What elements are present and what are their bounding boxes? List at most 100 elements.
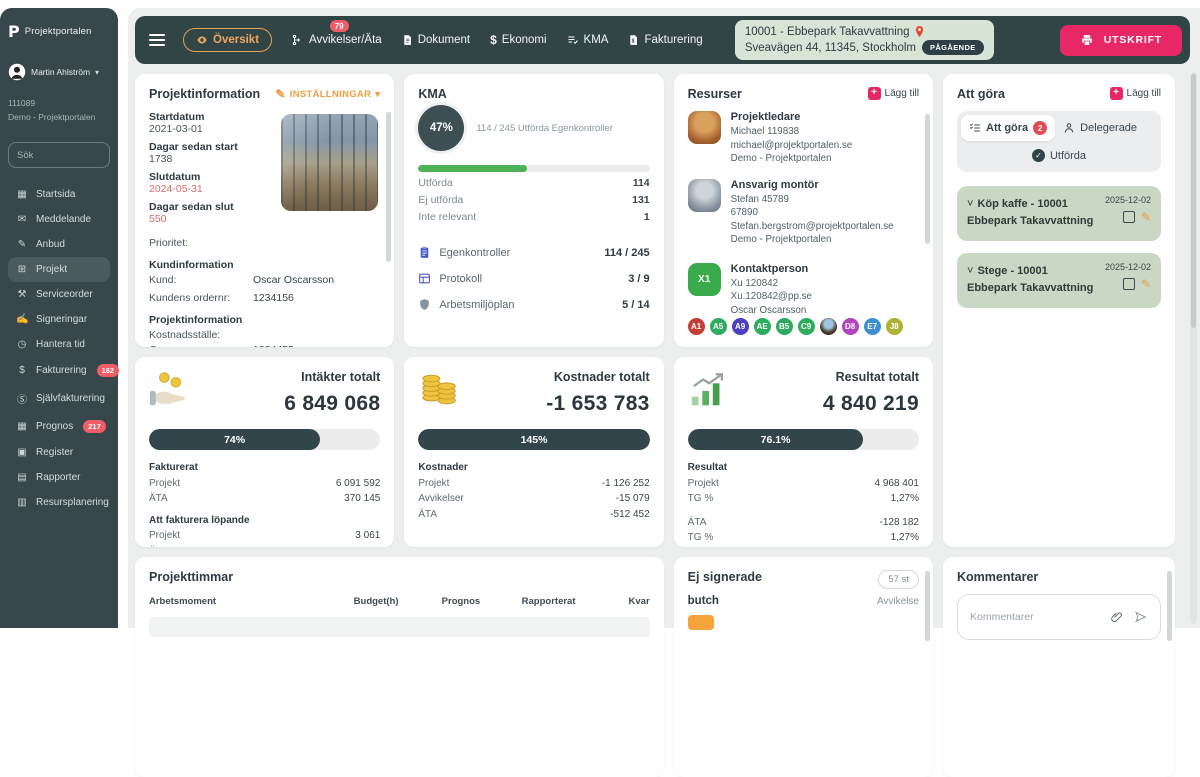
todo-item[interactable]: ˅Stege - 10001 Ebbepark Takavvattning 20… [957,253,1161,308]
total-value: -1 653 783 [546,392,649,416]
chevron-down-icon: ▾ [95,68,99,77]
pencil-icon[interactable]: ✎ [1141,277,1151,291]
page-scrollbar[interactable] [1190,72,1197,624]
todo-item[interactable]: ˅Köp kaffe - 10001 Ebbepark Takavvattnin… [957,186,1161,241]
tab-oversikt[interactable]: Översikt [183,28,272,52]
count-badge: 162 [97,364,120,377]
project-navbar: Översikt 79 Avvikelser/Äta Dokument $ Ek… [135,16,1190,64]
org-id: 111089 [8,97,110,111]
card-scrollbar[interactable] [386,112,391,262]
tab-fakturering[interactable]: $ Fakturering [628,34,702,46]
avatar-chip[interactable]: C9 [796,316,817,337]
document-icon [402,34,413,46]
tab-att-gora[interactable]: Att göra 2 [961,115,1055,141]
sidebar-item-register[interactable]: ▣ Register [8,440,110,465]
card-title: Kommentarer [957,570,1161,584]
tab-avvikelser-ata[interactable]: 79 Avvikelser/Äta [292,34,382,46]
chart-up-icon [688,370,730,410]
status-badge: PÅGÅENDE [922,40,984,55]
print-button[interactable]: UTSKRIFT [1060,25,1182,56]
card-title: Projektinformation [149,87,260,101]
app-logo[interactable]: P Projektportalen [8,22,110,41]
kma-progressbar [418,165,649,172]
card-scrollbar[interactable] [925,571,930,641]
tab-utforda[interactable]: ✓ Utförda [1024,143,1094,168]
link-egenkontroller[interactable]: Egenkontroller114 / 245 [418,246,649,259]
card-title: KMA [418,87,649,101]
search-input[interactable] [8,142,110,168]
card-kma: KMA 47% 114 / 245 Utförda Egenkontroller… [404,74,663,347]
main-content: Översikt 79 Avvikelser/Äta Dokument $ Ek… [128,8,1200,628]
resource-row[interactable]: X1 Kontaktperson Xu 120842 Xu.120842@pp.… [688,263,919,318]
settings-button[interactable]: ✎ INSTÄLLNINGAR ▾ [275,87,380,101]
sidebar-item-startsida[interactable]: ▦ Startsida [8,182,110,207]
menu-icon[interactable] [149,34,165,46]
card-att-gora: Att göra + Lägg till Att göra 2 Delegera… [943,74,1175,547]
todo-checkbox[interactable] [1123,278,1135,290]
count-badge: 2 [1033,121,1047,135]
avatar-chip[interactable]: E7 [862,316,883,337]
project-address: Sveavägen 44, 11345, Stockholm [745,42,916,54]
comment-input[interactable]: Kommentarer [957,594,1161,640]
sidebar-item-prognos[interactable]: ▦ Prognos 217 [8,413,110,440]
card-title: Resurser [688,87,742,101]
sidebar-item-meddelande[interactable]: ✉ Meddelande [8,207,110,232]
link-protokoll[interactable]: Protokoll3 / 9 [418,272,649,285]
unsigned-row[interactable]: butch Avvikelse [688,595,919,607]
tab-kma[interactable]: KMA [567,34,609,46]
check-circle-icon: ✓ [1032,149,1045,162]
tab-dokument[interactable]: Dokument [402,34,470,46]
project-info-box[interactable]: 10001 - Ebbepark Takavvattning Sveavägen… [735,20,994,60]
sidebar-item-projekt[interactable]: ⊞ Projekt [8,257,110,282]
card-scrollbar[interactable] [1167,571,1172,641]
count-badge: 79 [330,20,349,32]
avatar-chip[interactable]: AE [752,316,773,337]
link-arbetsmiljoplan[interactable]: Arbetsmiljöplan5 / 14 [418,298,649,311]
resource-row[interactable]: Projektledare Michael 119838 michael@pro… [688,111,919,166]
avatar-chip[interactable]: J8 [884,316,905,337]
sidebar-item-fakturering[interactable]: $ Fakturering 162 [8,357,110,384]
card-resultat: Resultat totalt 4 840 219 76.1% Resultat… [674,357,933,547]
card-resurser: Resurser + Lägg till Projektledare Micha… [674,74,933,347]
project-photo [281,114,378,211]
todo-tabs: Att göra 2 Delegerade ✓ Utförda [957,111,1161,172]
sidebar-item-signeringar[interactable]: ✍ Signeringar [8,307,110,332]
logo-p-icon: P [8,22,20,41]
avatar-chip[interactable] [818,316,839,337]
branch-icon [292,34,304,46]
kma-percent-circle: 47% [418,105,464,151]
delegate-icon [1063,122,1075,134]
sidebar-item-serviceorder[interactable]: ⚒ Serviceorder [8,282,110,307]
sidebar-item-anbud[interactable]: ✎ Anbud [8,232,110,257]
sidebar-item-resursplanering[interactable]: ▥ Resursplanering [8,490,110,515]
sidebar-item-hantera-tid[interactable]: ◷ Hantera tid [8,332,110,357]
checklist-icon [969,122,981,134]
table-row[interactable] [149,617,650,637]
add-todo-button[interactable]: + Lägg till [1110,87,1161,100]
plus-icon: + [868,87,881,100]
send-icon[interactable] [1133,610,1148,624]
clipboard-icon [418,246,431,259]
sidebar-item-sjalvfakturering[interactable]: Ⓢ Självfakturering [8,384,110,413]
avatar-chip[interactable]: D8 [840,316,861,337]
card-title: Ej signerade [688,570,762,584]
resource-row[interactable]: Ansvarig montör Stefan 45789 67890 Stefa… [688,179,919,247]
count-pill: 57 st [878,570,919,589]
avatar-chip[interactable]: A9 [730,316,751,337]
card-scrollbar[interactable] [925,114,930,244]
pencil-icon[interactable]: ✎ [1141,210,1151,224]
todo-date: 2025-12-02 [1105,195,1151,205]
avatar-chip[interactable]: B5 [774,316,795,337]
project-title: 10001 - Ebbepark Takavvattning [745,26,910,38]
app-title: Projektportalen [25,26,92,37]
paperclip-icon[interactable] [1110,610,1123,624]
tab-ekonomi[interactable]: $ Ekonomi [490,33,546,47]
avatar-chip[interactable]: A5 [708,316,729,337]
todo-checkbox[interactable] [1123,211,1135,223]
tab-delegerade[interactable]: Delegerade [1055,115,1145,141]
chevron-down-icon: ˅ [967,265,973,277]
avatar-chip[interactable]: A1 [686,316,707,337]
sidebar-item-rapporter[interactable]: ▤ Rapporter [8,465,110,490]
add-resource-button[interactable]: + Lägg till [868,87,919,100]
user-menu[interactable]: Martin Ahlström ▾ [8,63,110,81]
